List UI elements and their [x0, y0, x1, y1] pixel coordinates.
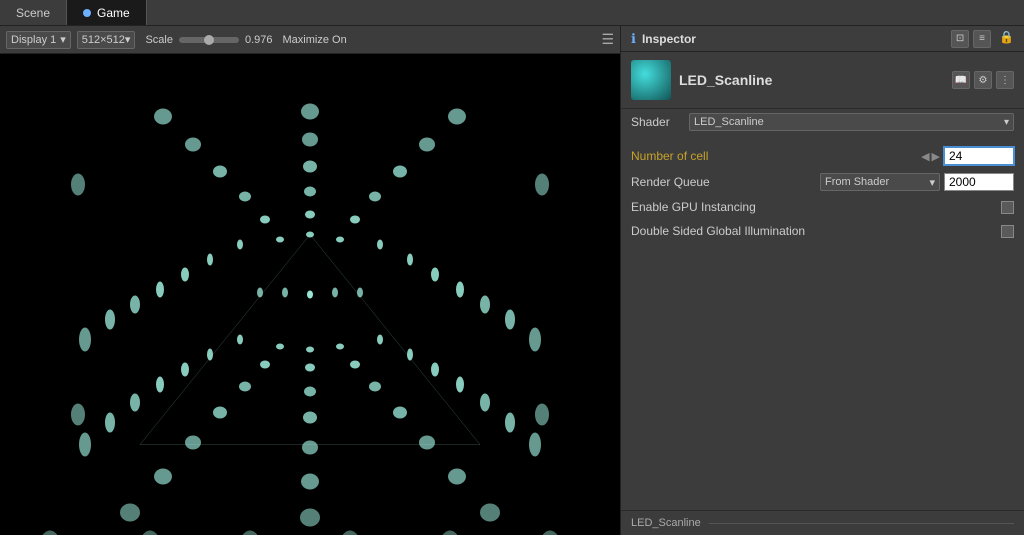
material-header: LED_Scanline 📖 ⚙ ⋮ — [621, 52, 1024, 109]
resolution-select[interactable]: 512×512 ▾ — [77, 31, 136, 49]
game-dot-icon — [83, 9, 91, 17]
render-queue-row: Render Queue From Shader ▾ — [621, 169, 1024, 195]
display-label: Display 1 — [11, 34, 56, 46]
shader-value: LED_Scanline — [694, 116, 764, 128]
material-book-icon[interactable]: 📖 — [952, 71, 970, 89]
led-visualization — [0, 54, 620, 535]
number-of-cell-row: Number of cell ◀ ▶ — [621, 143, 1024, 169]
double-sided-row: Double Sided Global Illumination — [621, 219, 1024, 243]
tab-scene[interactable]: Scene — [0, 0, 67, 25]
lock-icon[interactable]: 🔒 — [999, 30, 1014, 48]
scale-slider[interactable] — [179, 37, 239, 43]
inspector-info-icon: ℹ — [631, 31, 636, 47]
main-area: Display 1 ▾ 512×512 ▾ Scale 0.976 Maximi… — [0, 26, 1024, 535]
gpu-instancing-label: Enable GPU Instancing — [631, 200, 1001, 214]
shader-arrow-icon: ▾ — [1004, 117, 1009, 128]
bottom-section: LED_Scanline — [621, 510, 1024, 535]
tab-game[interactable]: Game — [67, 0, 147, 25]
number-of-cell-right-arrow[interactable]: ▶ — [932, 150, 940, 163]
gpu-instancing-checkbox[interactable] — [1001, 201, 1014, 214]
gpu-instancing-row: Enable GPU Instancing — [621, 195, 1024, 219]
shader-select[interactable]: LED_Scanline ▾ — [689, 113, 1014, 131]
scale-value: 0.976 — [245, 34, 273, 46]
number-of-cell-left-arrow[interactable]: ◀ — [921, 150, 929, 163]
inspector-section: ℹ Inspector ⊡ ≡ 🔒 LED_Scanline 📖 ⚙ ⋮ Sha… — [620, 26, 1024, 535]
display-select[interactable]: Display 1 ▾ — [6, 31, 71, 49]
resolution-arrow-icon: ▾ — [125, 33, 131, 46]
scale-thumb — [204, 35, 214, 45]
render-queue-select-arrow: ▾ — [929, 176, 935, 189]
viewport-section: Display 1 ▾ 512×512 ▾ Scale 0.976 Maximi… — [0, 26, 620, 535]
resolution-label: 512×512 — [82, 34, 125, 46]
tab-game-label: Game — [97, 6, 130, 20]
render-queue-select-value: From Shader — [825, 176, 889, 188]
settings-icon-button[interactable]: ≡ — [973, 30, 991, 48]
shader-row: Shader LED_Scanline ▾ — [621, 109, 1024, 135]
double-sided-label: Double Sided Global Illumination — [631, 224, 1001, 238]
save-icon-button[interactable]: ⊡ — [951, 30, 969, 48]
number-of-cell-input[interactable] — [944, 147, 1014, 165]
display-arrow-icon: ▾ — [60, 33, 66, 46]
material-more-icon[interactable]: ⋮ — [996, 71, 1014, 89]
material-preview-thumbnail — [631, 60, 671, 100]
material-settings-icon[interactable]: ⚙ — [974, 71, 992, 89]
shader-label: Shader — [631, 115, 681, 129]
double-sided-checkbox[interactable] — [1001, 225, 1014, 238]
render-queue-select[interactable]: From Shader ▾ — [820, 173, 940, 191]
maximize-button[interactable]: Maximize On — [283, 34, 347, 46]
viewport-toolbar: Display 1 ▾ 512×512 ▾ Scale 0.976 Maximi… — [0, 26, 620, 54]
tab-scene-label: Scene — [16, 6, 50, 20]
menu-icon[interactable]: ☰ — [601, 31, 614, 48]
material-action-icons: 📖 ⚙ ⋮ — [952, 71, 1014, 89]
inspector-header: ℹ Inspector ⊡ ≡ 🔒 — [621, 26, 1024, 52]
scale-label: Scale — [145, 34, 173, 46]
number-of-cell-arrows: ◀ ▶ — [921, 150, 940, 163]
bottom-divider — [709, 523, 1014, 524]
tab-bar: Scene Game — [0, 0, 1024, 26]
game-canvas — [0, 54, 620, 535]
render-queue-label: Render Queue — [631, 175, 820, 189]
material-name: LED_Scanline — [679, 72, 772, 88]
render-queue-value-input[interactable] — [944, 173, 1014, 191]
inspector-header-icons: ⊡ ≡ 🔒 — [951, 30, 1014, 48]
bottom-material-label: LED_Scanline — [631, 517, 701, 529]
number-of-cell-label: Number of cell — [631, 149, 921, 163]
properties-section: Number of cell ◀ ▶ Render Queue From Sha… — [621, 135, 1024, 251]
inspector-title: Inspector — [642, 32, 696, 46]
